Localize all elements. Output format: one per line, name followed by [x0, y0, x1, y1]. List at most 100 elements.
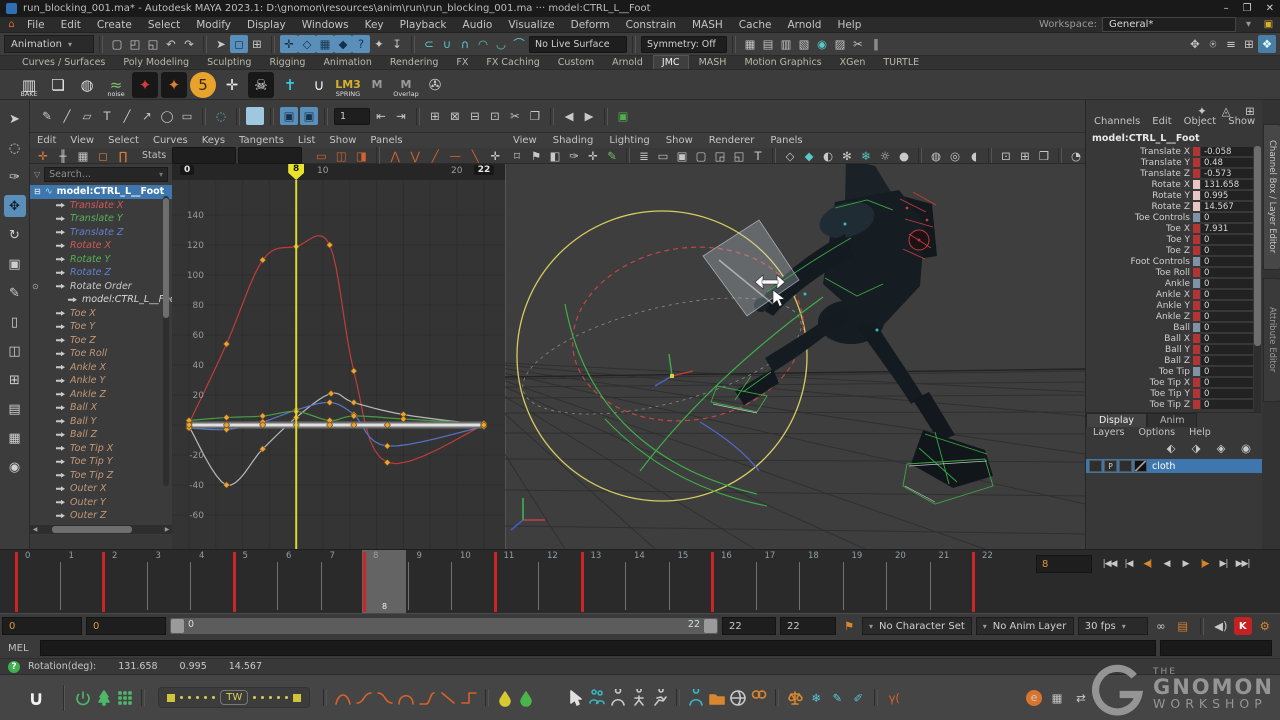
curve-snap1-icon[interactable]: ∪: [438, 35, 456, 53]
align-icon[interactable]: ≡: [1222, 35, 1240, 53]
cut-icon[interactable]: ✂: [849, 35, 867, 53]
insert-key-icon[interactable]: ╫: [54, 147, 72, 165]
tw-end-marker[interactable]: [293, 694, 301, 702]
channel-value-ankle[interactable]: 0: [1201, 279, 1253, 289]
channel-value-toe-tip[interactable]: 0: [1201, 367, 1253, 377]
channel-row-toe-tip-x[interactable]: Toe Tip X0: [1086, 377, 1254, 388]
outliner-channel-row[interactable]: Outer Z: [30, 509, 172, 523]
new-layer-selected-icon[interactable]: ◉: [1237, 439, 1255, 457]
shaded-icon[interactable]: ▭: [654, 148, 672, 164]
ease-plateau-icon[interactable]: [418, 689, 436, 707]
joints-xray-icon[interactable]: ◎: [946, 148, 964, 164]
layer-reference-toggle[interactable]: [1119, 460, 1132, 472]
menu-help[interactable]: Help: [829, 19, 869, 31]
vp-menu-lighting[interactable]: Lighting: [601, 135, 657, 146]
menu-edit[interactable]: Edit: [53, 19, 89, 31]
shelf-tab-motion-graphics[interactable]: Motion Graphics: [736, 56, 829, 69]
save-scene-icon[interactable]: ◱: [144, 35, 162, 53]
draw-line-icon[interactable]: ╱: [58, 107, 76, 125]
tangent-spline-icon[interactable]: ⋀: [386, 147, 404, 165]
textured-icon[interactable]: ▣: [673, 148, 691, 164]
ellipse-tool-icon[interactable]: ◯: [158, 107, 176, 125]
playblast-icon[interactable]: ▤: [1174, 617, 1192, 635]
ease-hump-icon[interactable]: [334, 689, 352, 707]
select-tool[interactable]: ➤: [4, 108, 26, 130]
construction-history-icon[interactable]: ⊂: [420, 35, 438, 53]
layout-four-icon[interactable]: ◫: [4, 340, 26, 362]
outliner-channel-row[interactable]: Outer Y: [30, 496, 172, 510]
character-set-select[interactable]: ▾No Character Set: [862, 617, 972, 635]
ipr-render-icon[interactable]: ▤: [759, 35, 777, 53]
menu-constrain[interactable]: Constrain: [618, 19, 684, 31]
magnet-shelf-icon[interactable]: ∪: [306, 72, 332, 98]
iso-view-icon[interactable]: ◆: [800, 148, 818, 164]
move-nearest-key-icon[interactable]: ✛: [34, 147, 52, 165]
channel-value-rotate-y[interactable]: 0.995: [1201, 191, 1253, 201]
swap-arrows-icon[interactable]: ⇄: [1072, 689, 1090, 707]
delete-frame-icon[interactable]: ⊠: [446, 107, 464, 125]
layer-menu-options[interactable]: Options: [1131, 427, 1182, 438]
skeleton-shelf-icon[interactable]: ✛: [219, 72, 245, 98]
u-logo-icon[interactable]: ∪: [28, 686, 44, 710]
eraser-icon[interactable]: ▱: [78, 107, 96, 125]
layer-menu-help[interactable]: Help: [1182, 427, 1218, 438]
grid-panel-icon[interactable]: ▦: [1048, 689, 1066, 707]
curve-snap5-icon[interactable]: ⌒: [510, 35, 528, 53]
modeling-toolkit-icon[interactable]: ✥: [1186, 35, 1204, 53]
ease-linear-icon[interactable]: [439, 689, 457, 707]
mel-label[interactable]: MEL: [8, 643, 36, 654]
channel-row-ankle-z[interactable]: Ankle Z0: [1086, 311, 1254, 322]
grease-pencil-tool[interactable]: ✎: [4, 282, 26, 304]
vp-menu-panels[interactable]: Panels: [762, 135, 810, 146]
channel-row-translate-y[interactable]: Translate Y0.48: [1086, 157, 1254, 168]
layout-outliner-icon[interactable]: ▤: [4, 398, 26, 420]
channel-value-toe-y[interactable]: 0: [1201, 235, 1253, 245]
vp-menu-show[interactable]: Show: [658, 135, 701, 146]
menu-file[interactable]: File: [19, 19, 53, 31]
shadows-icon[interactable]: ◲: [711, 148, 729, 164]
graph-menu-tangents[interactable]: Tangents: [232, 135, 291, 146]
gamma-pose-icon[interactable]: γ(: [885, 689, 903, 707]
layout-split-icon[interactable]: ⊞: [4, 369, 26, 391]
tangent-clamped-icon[interactable]: ⋁: [406, 147, 424, 165]
mocap-red-shelf-icon[interactable]: ✦: [132, 72, 158, 98]
animation-prefs-icon[interactable]: ⚙: [1256, 617, 1274, 635]
person-icon[interactable]: [609, 689, 627, 707]
outliner-channel-row[interactable]: Translate X: [30, 199, 172, 213]
channel-row-translate-x[interactable]: Translate X-0.058: [1086, 146, 1254, 157]
text-tool-icon[interactable]: T: [98, 107, 116, 125]
channel-value-toe-x[interactable]: 7.931: [1201, 224, 1253, 234]
tangent-step-icon[interactable]: ╲: [466, 147, 484, 165]
cb-menu-channels[interactable]: Channels: [1088, 116, 1146, 127]
current-frame-field[interactable]: 8: [1036, 555, 1092, 573]
channel-row-toe-y[interactable]: Toe Y0: [1086, 234, 1254, 245]
fps-select[interactable]: 30 fps▾: [1078, 617, 1148, 635]
outliner-channel-row[interactable]: Translate Y: [30, 212, 172, 226]
shelf-tab-arnold[interactable]: Arnold: [604, 56, 651, 69]
range-start-handle[interactable]: [171, 619, 184, 633]
layer-tab-display[interactable]: Display: [1086, 413, 1147, 427]
vp-menu-shading[interactable]: Shading: [545, 135, 602, 146]
close-button[interactable]: ✕: [1266, 3, 1274, 14]
outliner-horizontal-scrollbar[interactable]: ◀▶: [30, 525, 172, 534]
graph-menu-panels[interactable]: Panels: [363, 135, 409, 146]
channel-row-toe-controls[interactable]: Toe Controls0: [1086, 212, 1254, 223]
brush-cyan-icon[interactable]: ✐: [849, 689, 867, 707]
tangent-flat-icon[interactable]: —: [446, 147, 464, 165]
ease-bump-icon[interactable]: [397, 689, 415, 707]
mute-audio-icon[interactable]: ◀): [1212, 617, 1230, 635]
outliner-channel-row[interactable]: Toe X: [30, 307, 172, 321]
menu-create[interactable]: Create: [89, 19, 140, 31]
rotate-ring-icon[interactable]: ◌: [212, 107, 230, 125]
xray-icon[interactable]: ◍: [927, 148, 945, 164]
snap-grid-icon[interactable]: ✛: [280, 35, 298, 53]
select-hierarchy-icon[interactable]: ➤: [212, 35, 230, 53]
render-settings-icon[interactable]: ▥: [777, 35, 795, 53]
live-surface-field[interactable]: No Live Surface: [529, 36, 627, 53]
undo-icon[interactable]: ↶: [162, 35, 180, 53]
graph-menu-keys[interactable]: Keys: [195, 135, 232, 146]
shelf-tab-rigging[interactable]: Rigging: [261, 56, 313, 69]
outliner-channel-row[interactable]: Toe Roll: [30, 347, 172, 361]
channel-row-toe-tip-z[interactable]: Toe Tip Z0: [1086, 399, 1254, 410]
ease-step-icon[interactable]: [460, 689, 478, 707]
